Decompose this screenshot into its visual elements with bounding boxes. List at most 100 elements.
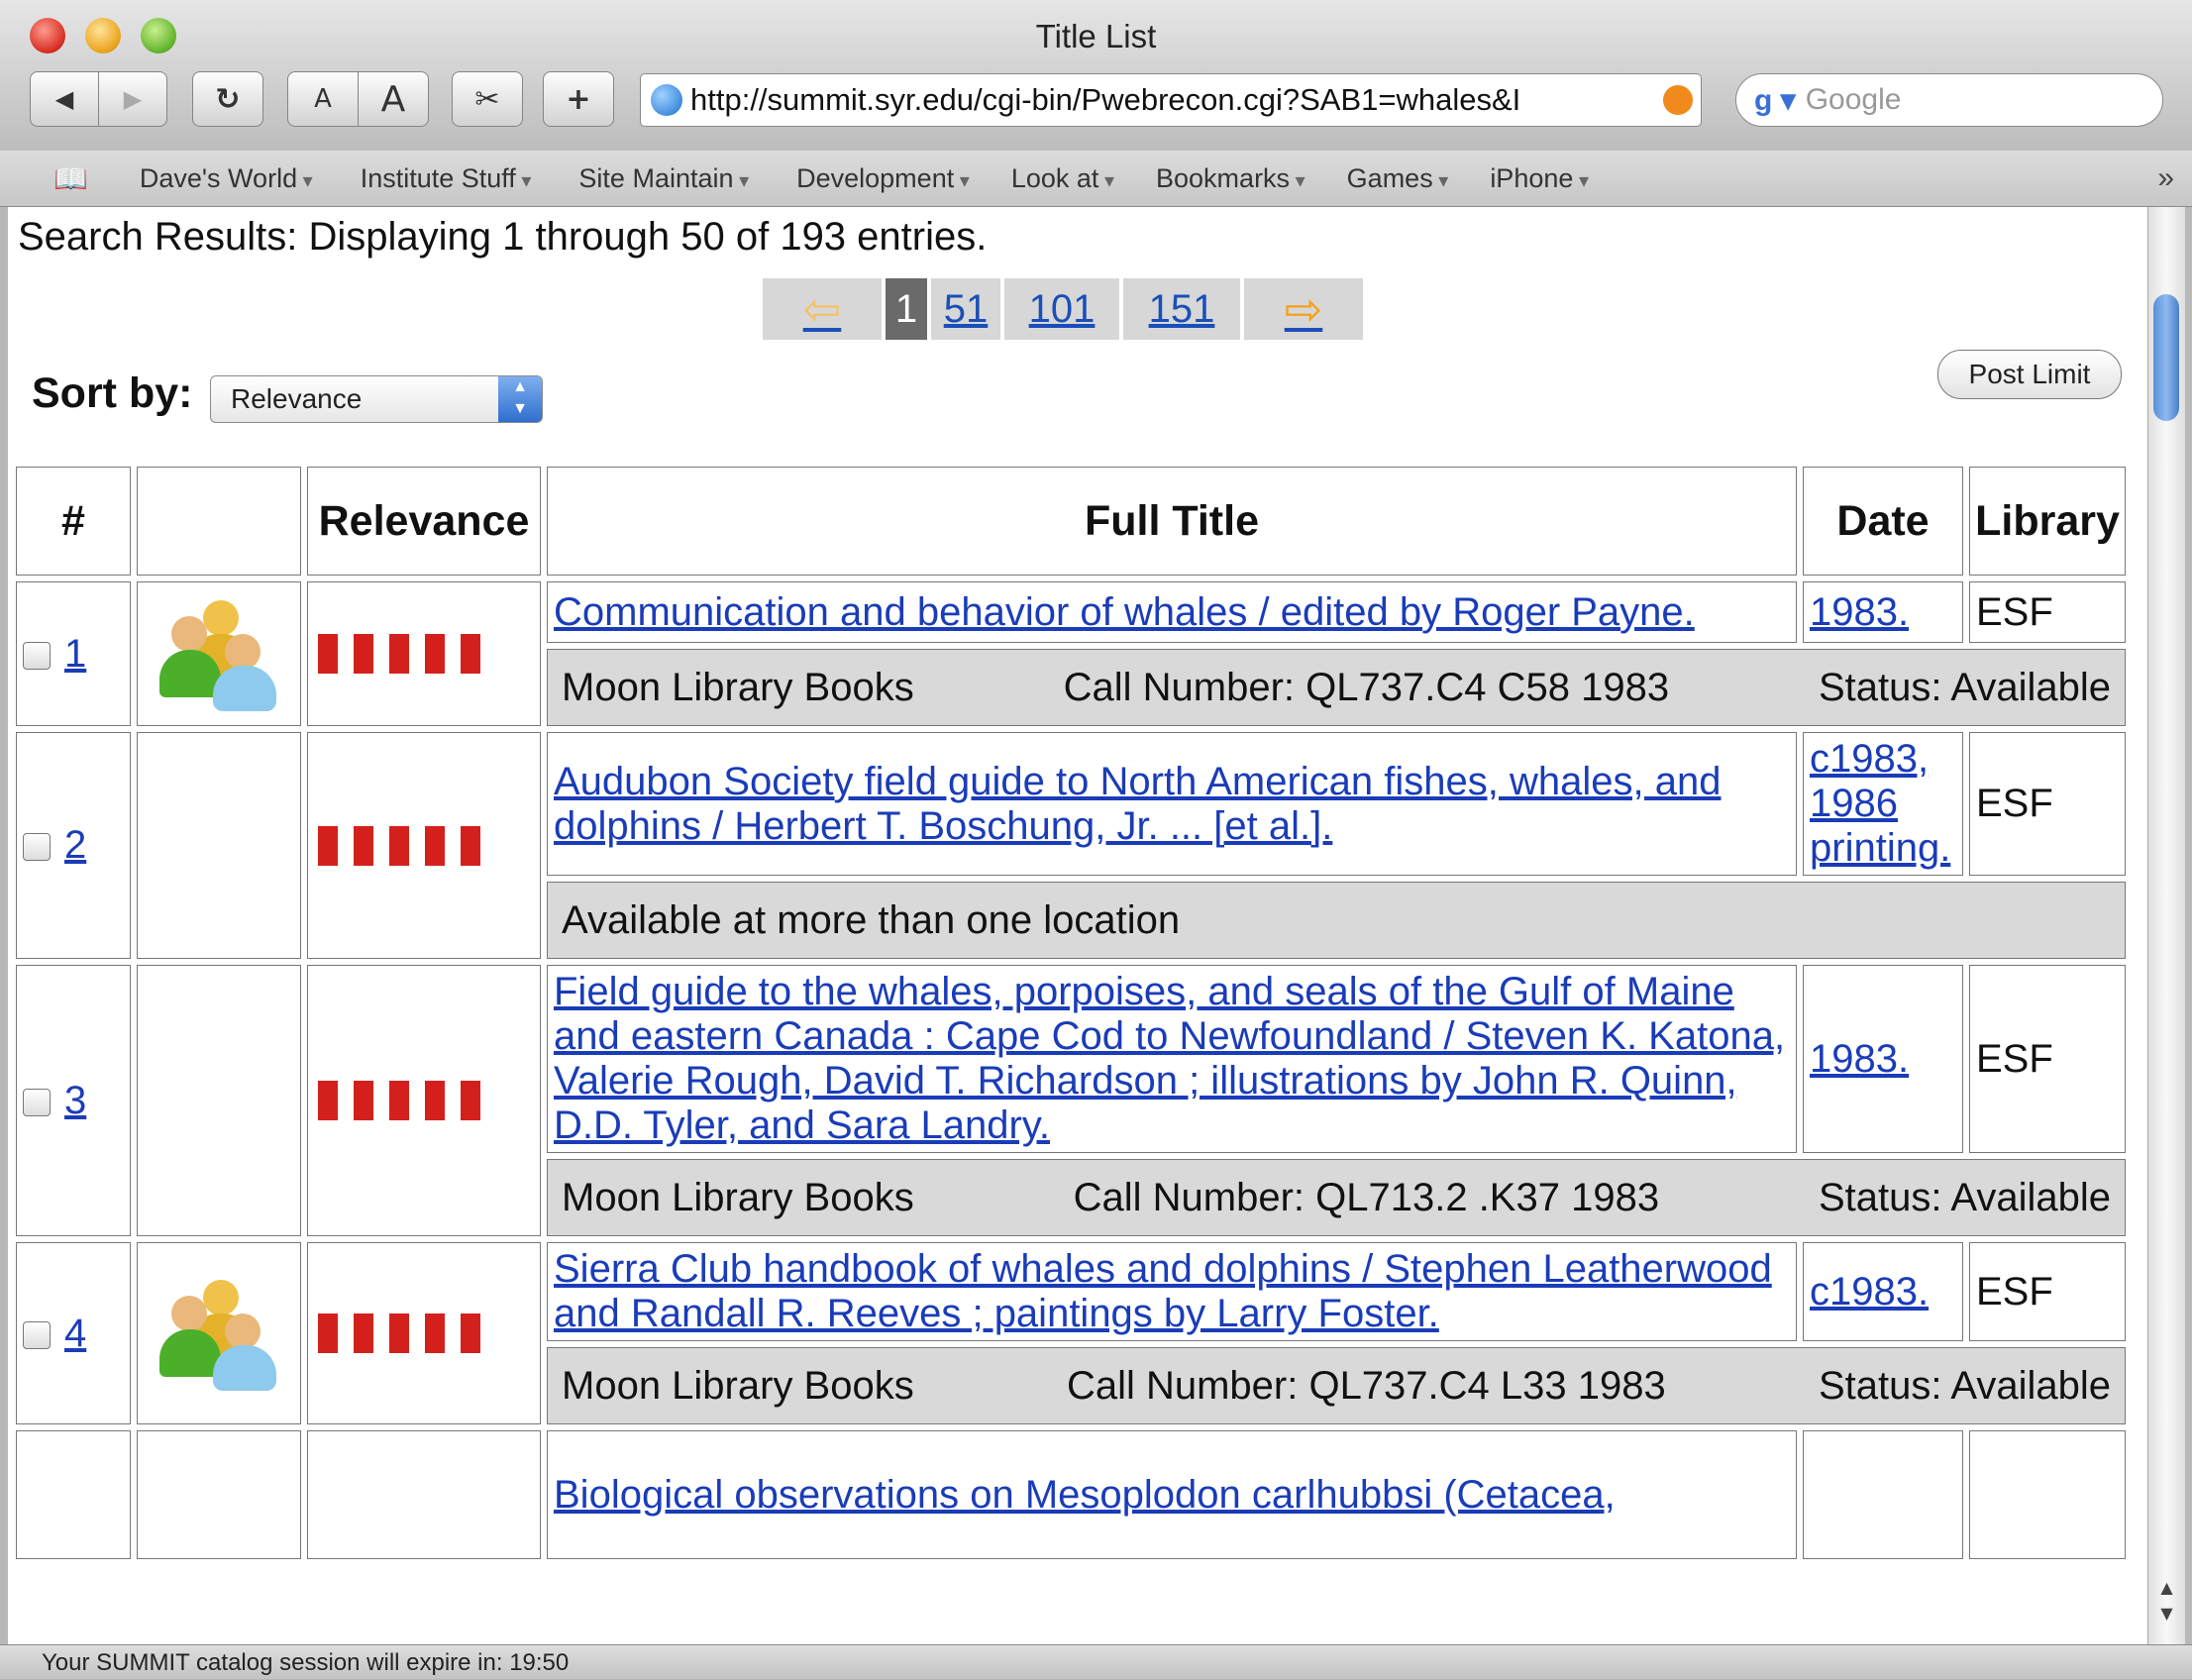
reload-button[interactable]: ↻ — [192, 71, 263, 127]
pagination: ⇦ 1 51 101 151 ⇨ — [763, 278, 1367, 340]
globe-icon — [651, 84, 682, 116]
bookmark-bookmarks[interactable]: Bookmarks — [1156, 163, 1305, 194]
relevance-bar — [461, 825, 480, 866]
relevance-bar — [354, 634, 373, 674]
title-link[interactable]: Field guide to the whales, porpoises, an… — [554, 970, 1785, 1147]
date-link[interactable]: c1983. — [1810, 1270, 1929, 1313]
window-title: Title List — [1035, 18, 1157, 54]
title-link[interactable]: Biological observations on Mesoplodon ca… — [554, 1473, 1616, 1517]
scroll-up-icon[interactable]: ▲ — [2148, 1578, 2185, 1597]
row-number-cell: 1 — [16, 581, 131, 726]
text-bigger-button[interactable]: A — [358, 71, 429, 127]
title-link[interactable]: Sierra Club handbook of whales and dolph… — [554, 1247, 1772, 1335]
address-bar[interactable]: http://summit.syr.edu/cgi-bin/Pwebrecon.… — [640, 73, 1702, 127]
holdings-text: Call Number: QL713.2 .K37 1983 — [1073, 1175, 1660, 1219]
column-header-date: Date — [1803, 467, 1963, 576]
page-151-link[interactable]: 151 — [1123, 278, 1240, 340]
row-number-link[interactable]: 4 — [64, 1312, 86, 1355]
holdings-text: Call Number: QL737.C4 C58 1983 — [1063, 665, 1670, 709]
holdings-cell: Available at more than one location — [547, 882, 2126, 959]
holdings-text: Moon Library Books — [562, 1363, 914, 1408]
scroll-down-icon[interactable]: ▼ — [2148, 1604, 2185, 1623]
post-limit-button[interactable]: Post Limit — [1937, 350, 2122, 399]
full-title-cell: Communication and behavior of whales / e… — [547, 581, 1797, 643]
vertical-scrollbar[interactable]: ▲ ▼ — [2147, 207, 2185, 1644]
previous-page-button[interactable]: ⇦ — [763, 278, 882, 340]
holdings-info: Moon Library Books Call Number: QL737.C4 … — [554, 1364, 2119, 1409]
select-arrows-icon: ▲ ▼ — [498, 376, 542, 422]
row-number-cell — [16, 1430, 131, 1559]
bookmark-institute-stuff[interactable]: Institute Stuff — [361, 163, 532, 194]
scissors-icon: ✂ — [474, 81, 500, 117]
relevance-bar — [354, 1081, 373, 1120]
date-link[interactable]: c1983, 1986 printing. — [1810, 737, 1950, 870]
relevance-bar — [318, 1313, 338, 1353]
window-titlebar: Title List ◀ ▶ ↻ A A ✂ + http://summit.s… — [0, 0, 2192, 152]
bookmark-site-maintain[interactable]: Site Maintain — [578, 163, 749, 194]
bookmark-development[interactable]: Development — [796, 163, 970, 194]
date-link[interactable]: 1983. — [1810, 1037, 1909, 1081]
forward-button[interactable]: ▶ — [98, 71, 167, 127]
date-link[interactable]: 1983. — [1810, 590, 1909, 634]
add-bookmark-button[interactable]: + — [543, 71, 614, 127]
title-link[interactable]: Audubon Society field guide to North Ame… — [554, 760, 1721, 848]
select-checkbox[interactable] — [23, 1320, 51, 1349]
relevance-bars — [314, 1081, 534, 1120]
library-cell: ESF — [1969, 965, 2126, 1153]
book-icon[interactable]: 📖 — [53, 162, 88, 195]
row-number-link[interactable]: 3 — [64, 1079, 86, 1122]
holdings-cell: Moon Library Books Call Number: QL737.C4 … — [547, 1347, 2126, 1424]
bookmark-games[interactable]: Games — [1347, 163, 1449, 194]
holdings-cell: Moon Library Books Call Number: QL713.2 .… — [547, 1159, 2126, 1236]
relevance-bar — [318, 1081, 338, 1120]
users-icon — [159, 1274, 278, 1393]
relevance-bar — [461, 1081, 480, 1120]
title-link[interactable]: Communication and behavior of whales / e… — [554, 590, 1695, 634]
row-icon-cell — [137, 732, 301, 959]
row-number-cell: 4 — [16, 1242, 131, 1424]
back-button[interactable]: ◀ — [30, 71, 99, 127]
overflow-chevron-icon[interactable]: » — [2157, 161, 2174, 195]
row-number-link[interactable]: 1 — [64, 632, 86, 676]
sort-label: Sort by: — [32, 369, 193, 417]
full-title-cell: Field guide to the whales, porpoises, an… — [547, 965, 1797, 1153]
full-title-cell: Biological observations on Mesoplodon ca… — [547, 1430, 1797, 1559]
relevance-bars — [314, 1313, 534, 1353]
relevance-bar — [389, 1081, 409, 1120]
bookmark-daves-world[interactable]: Dave's World — [140, 163, 313, 194]
relevance-bars — [314, 825, 534, 866]
date-cell: c1983. — [1803, 1242, 1963, 1341]
column-header-icon — [137, 467, 301, 576]
page-101-link[interactable]: 101 — [1004, 278, 1119, 340]
page-51-link[interactable]: 51 — [931, 278, 1000, 340]
search-engine-icon: g ▾ — [1754, 83, 1796, 117]
text-smaller-button[interactable]: A — [287, 71, 359, 127]
table-row: 1 Communication and behavior of whales / … — [16, 581, 2126, 726]
select-checkbox[interactable] — [23, 833, 51, 862]
bookmark-iphone[interactable]: iPhone — [1490, 163, 1589, 194]
rss-icon[interactable] — [1663, 85, 1693, 115]
date-cell: c1983, 1986 printing. — [1803, 732, 1963, 876]
library-cell: ESF — [1969, 581, 2126, 643]
relevance-bar — [389, 1313, 409, 1353]
row-number-link[interactable]: 2 — [64, 823, 86, 867]
left-arrow-icon: ⇦ — [802, 283, 842, 335]
right-arrow-icon: ⇨ — [1284, 283, 1323, 335]
relevance-bar — [389, 825, 409, 866]
relevance-bars — [314, 634, 534, 674]
relevance-bar — [318, 825, 338, 866]
next-page-button[interactable]: ⇨ — [1244, 278, 1363, 340]
webclip-button[interactable]: ✂ — [452, 71, 523, 127]
select-checkbox[interactable] — [23, 641, 51, 670]
holdings-info: Available at more than one location — [554, 898, 2119, 943]
results-summary: Search Results: Displaying 1 through 50 … — [18, 215, 988, 259]
library-cell — [1969, 1430, 2126, 1559]
select-checkbox[interactable] — [23, 1088, 51, 1116]
relevance-cell — [307, 965, 541, 1236]
table-row: 4 Sierra Club handbook of whales and dolp… — [16, 1242, 2126, 1424]
search-field[interactable]: g ▾ Google — [1735, 73, 2163, 127]
date-cell: 1983. — [1803, 581, 1963, 643]
bookmark-look-at[interactable]: Look at — [1011, 163, 1114, 194]
scrollbar-thumb[interactable] — [2153, 294, 2179, 421]
sort-select[interactable]: Relevance ▲ ▼ — [210, 375, 543, 423]
